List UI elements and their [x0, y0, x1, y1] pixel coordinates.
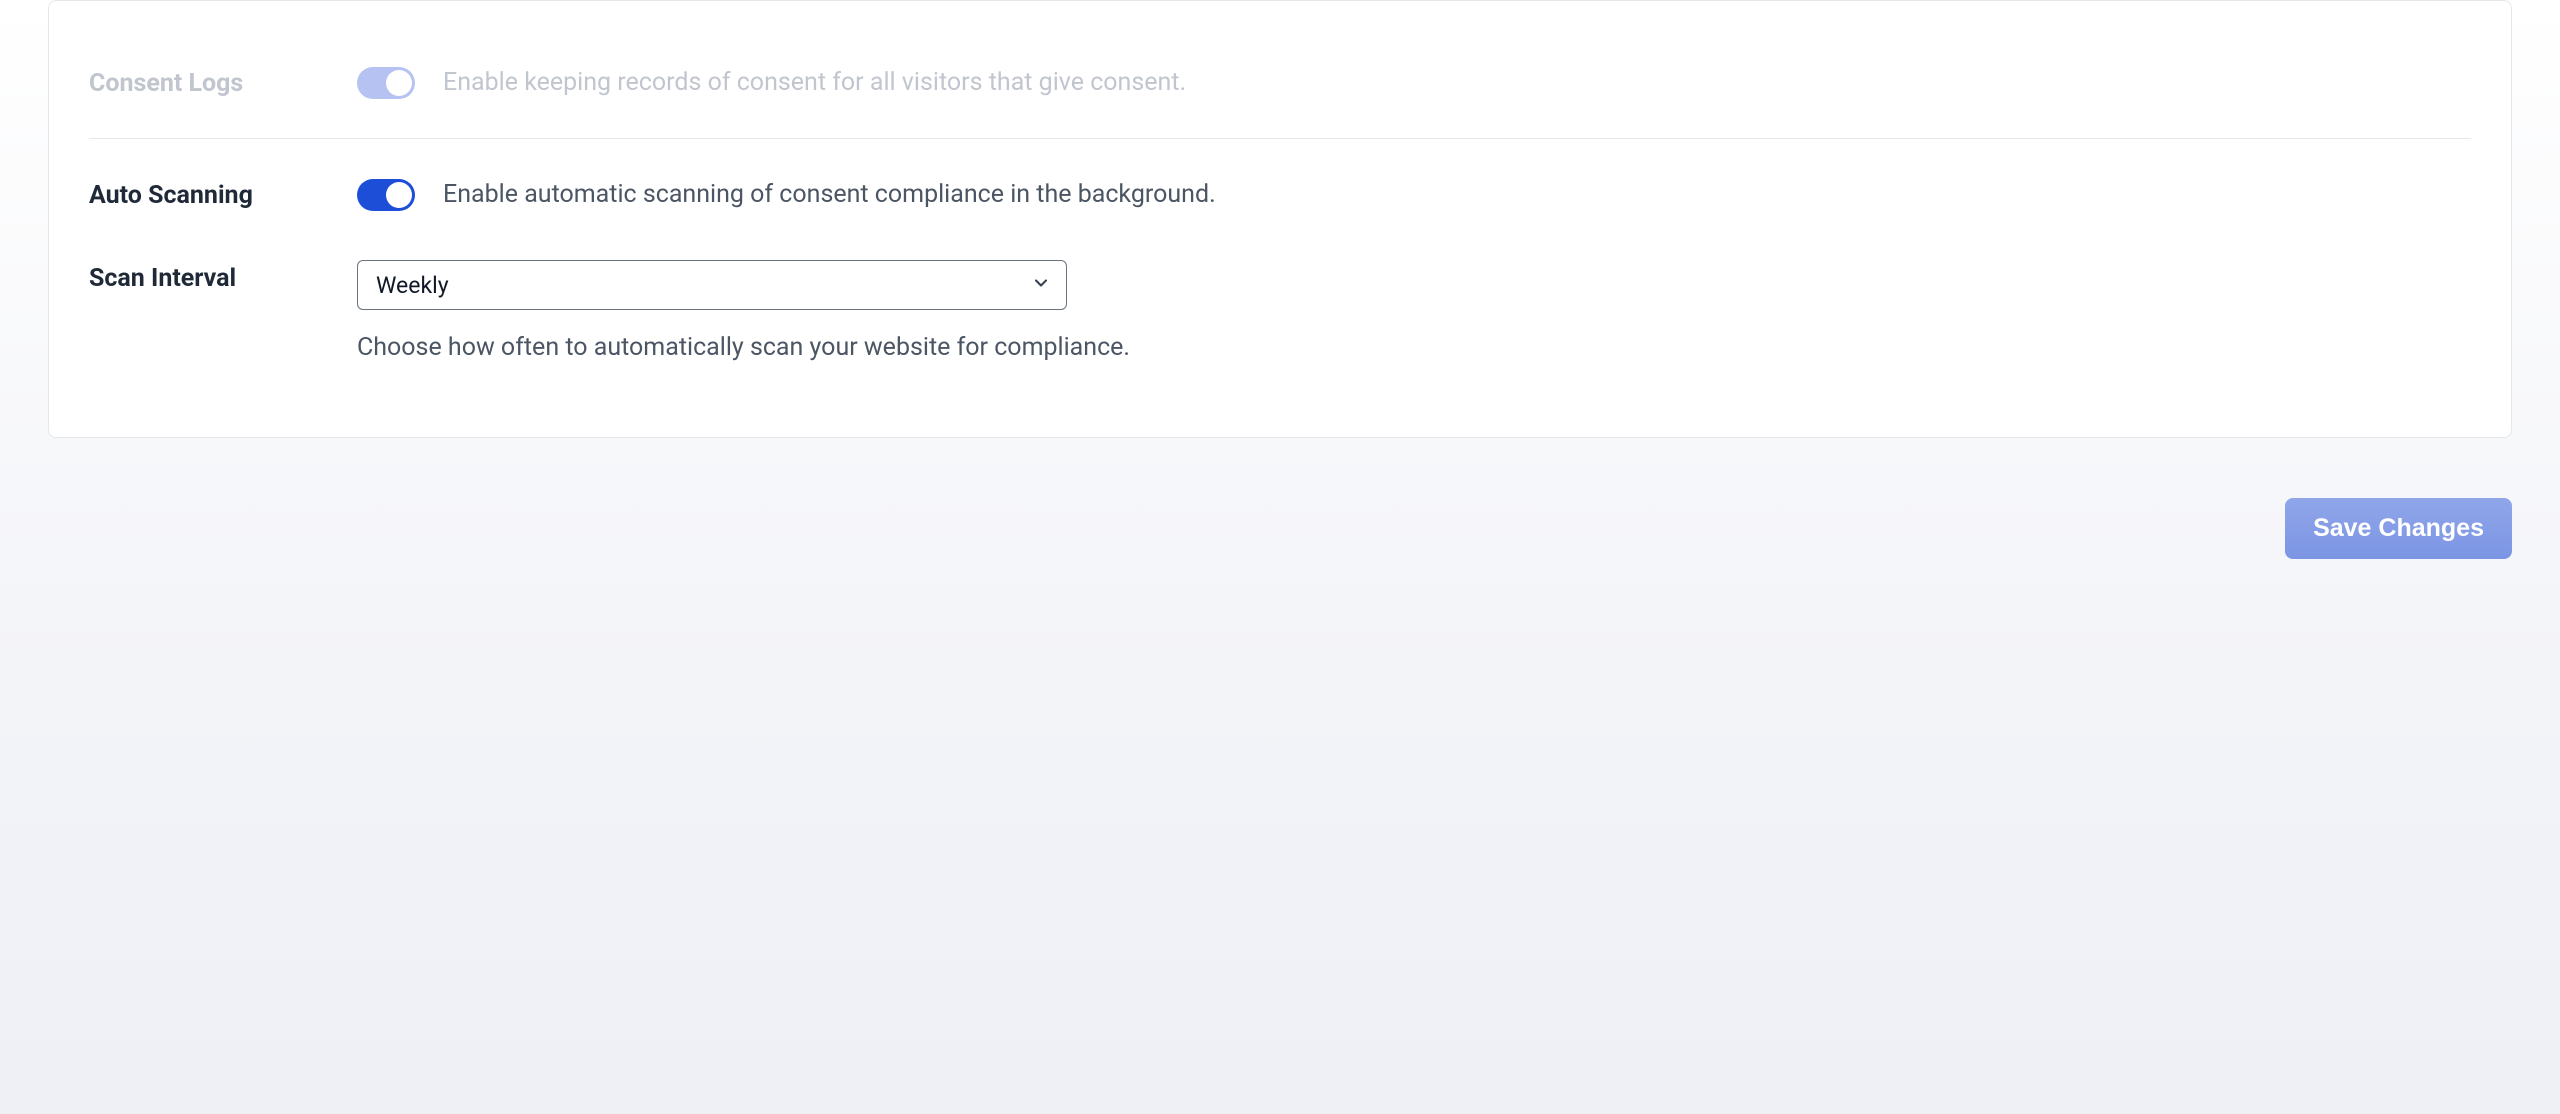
- footer: Save Changes: [48, 498, 2512, 559]
- auto-scanning-label: Auto Scanning: [89, 177, 357, 210]
- consent-logs-description: Enable keeping records of consent for al…: [443, 65, 1186, 100]
- save-changes-button[interactable]: Save Changes: [2285, 498, 2512, 559]
- scan-interval-help: Choose how often to automatically scan y…: [357, 330, 2471, 365]
- consent-logs-row: Consent Logs Enable keeping records of c…: [89, 41, 2471, 124]
- auto-scanning-description: Enable automatic scanning of consent com…: [443, 177, 1216, 212]
- scan-interval-selected-value: Weekly: [376, 272, 449, 299]
- consent-logs-toggle-line: Enable keeping records of consent for al…: [357, 65, 2471, 100]
- section-divider: [89, 138, 2471, 139]
- consent-logs-content: Enable keeping records of consent for al…: [357, 65, 2471, 100]
- auto-scanning-toggle-line: Enable automatic scanning of consent com…: [357, 177, 2471, 212]
- scan-interval-select-wrap: Weekly: [357, 260, 1067, 310]
- auto-scanning-row: Auto Scanning Enable automatic scanning …: [89, 153, 2471, 236]
- auto-scanning-content: Enable automatic scanning of consent com…: [357, 177, 2471, 212]
- auto-scanning-toggle[interactable]: [357, 179, 415, 211]
- scan-interval-label: Scan Interval: [89, 260, 357, 293]
- consent-logs-toggle[interactable]: [357, 67, 415, 99]
- consent-logs-label: Consent Logs: [89, 65, 357, 98]
- settings-card: Consent Logs Enable keeping records of c…: [48, 0, 2512, 438]
- scan-interval-select[interactable]: Weekly: [357, 260, 1067, 310]
- scan-interval-content: Weekly Choose how often to automatically…: [357, 260, 2471, 365]
- scan-interval-row: Scan Interval Weekly Choose how often to…: [89, 236, 2471, 389]
